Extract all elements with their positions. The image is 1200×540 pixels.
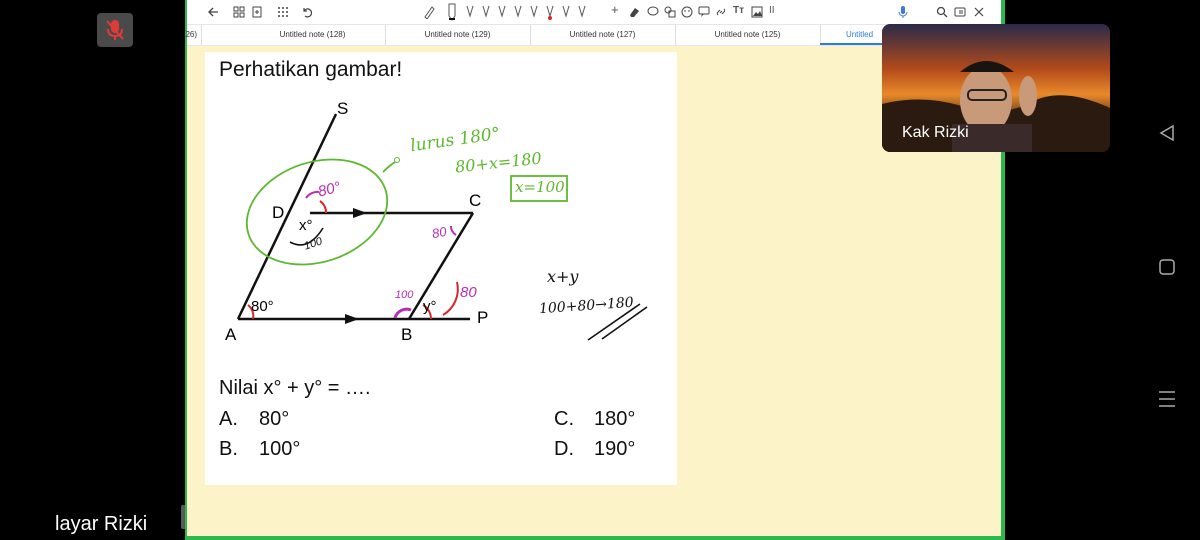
- option-a: A. 80°: [219, 408, 289, 431]
- search-icon[interactable]: [936, 6, 948, 18]
- add-page-icon[interactable]: [251, 6, 263, 18]
- handwritten-note: 80: [460, 284, 477, 301]
- comment-icon[interactable]: [698, 6, 710, 18]
- question-text: Nilai x° + y° = ….: [219, 377, 371, 399]
- sticker-icon[interactable]: [681, 6, 693, 18]
- option-letter: C.: [554, 408, 574, 430]
- note-tabs: 26) Untitled note (128) Untitled note (1…: [185, 24, 1001, 46]
- angle-label-a: 80°: [251, 298, 274, 315]
- lasso-icon[interactable]: [647, 6, 659, 18]
- point-label-c: C: [469, 191, 482, 210]
- pen-tools-icon[interactable]: [445, 2, 605, 22]
- option-letter: A.: [219, 408, 238, 430]
- point-label-b: B: [401, 325, 413, 344]
- notes-toolbar: + Tт II: [187, 0, 1001, 24]
- point-label-a: A: [225, 325, 237, 344]
- add-tool-button[interactable]: +: [611, 2, 619, 17]
- handwritten-note: x+y: [547, 267, 579, 286]
- option-value: 190°: [594, 438, 636, 460]
- angle-label-x: x°: [299, 217, 313, 234]
- point-label-d: D: [272, 203, 285, 222]
- apps-icon[interactable]: [277, 6, 289, 18]
- worksheet-image: Perhatikan gambar! S D C A B P 80° x° y°…: [205, 52, 677, 485]
- tab-note[interactable]: Untitled note (127): [530, 25, 676, 45]
- point-label-s: S: [337, 99, 349, 118]
- back-arrow-icon[interactable]: [207, 6, 219, 18]
- option-letter: D.: [554, 438, 574, 460]
- more-icon[interactable]: [973, 6, 985, 18]
- screen-share-label: layar Rizki: [55, 513, 148, 535]
- image-icon[interactable]: [751, 6, 763, 18]
- participant-name: Kak Rizki: [902, 124, 969, 141]
- angle-label-y: y°: [423, 298, 437, 315]
- pen-icon[interactable]: [423, 5, 435, 19]
- option-value: 100°: [259, 438, 301, 460]
- handwritten-answer: x=100: [515, 178, 565, 196]
- undo-icon[interactable]: [301, 6, 313, 18]
- option-c: C. 180°: [554, 408, 635, 431]
- option-value: 180°: [594, 408, 636, 430]
- eraser-icon[interactable]: [628, 6, 640, 18]
- mic-icon[interactable]: [898, 5, 908, 19]
- option-d: D. 190°: [554, 438, 635, 461]
- handwritten-note: 80: [430, 223, 448, 242]
- text-tool-button[interactable]: Tт: [733, 5, 744, 16]
- meeting-left-panel: [0, 0, 185, 540]
- tab-note[interactable]: Untitled note (125): [675, 25, 821, 45]
- handwritten-note: 100: [395, 289, 414, 301]
- participant-video-tile[interactable]: Kak Rizki: [882, 24, 1110, 152]
- tab-note[interactable]: Untitled note (129): [385, 25, 531, 45]
- back-nav-icon[interactable]: [1158, 124, 1176, 142]
- home-nav-icon[interactable]: [1158, 258, 1176, 276]
- point-label-p: P: [477, 308, 489, 327]
- tab-note[interactable]: Untitled note (128): [240, 25, 386, 45]
- pause-button[interactable]: II: [769, 5, 775, 16]
- link-icon[interactable]: [715, 6, 727, 18]
- option-value: 80°: [259, 408, 290, 430]
- recents-nav-icon[interactable]: [1157, 390, 1177, 408]
- option-b: B. 100°: [219, 438, 300, 461]
- shapes-icon[interactable]: [664, 6, 676, 18]
- option-letter: B.: [219, 438, 238, 460]
- share-icon[interactable]: [954, 6, 966, 18]
- tab-note[interactable]: 26): [77, 25, 202, 45]
- grid-icon[interactable]: [233, 6, 245, 18]
